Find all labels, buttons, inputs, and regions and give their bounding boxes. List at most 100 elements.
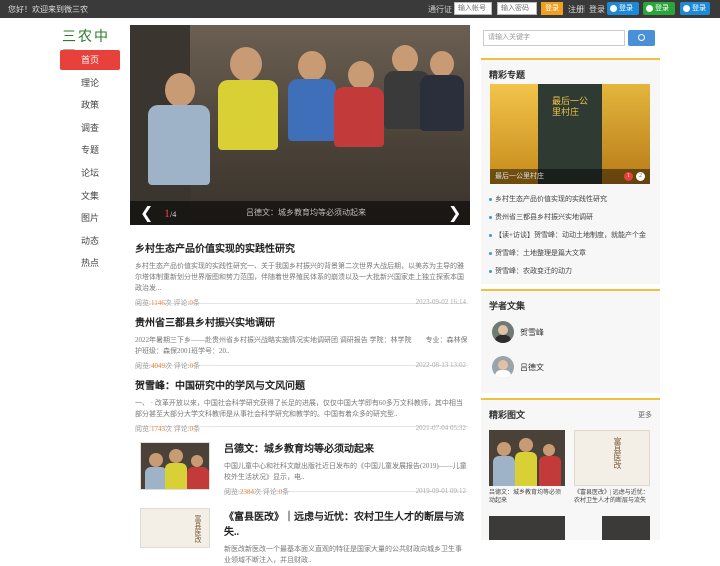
picture-news-item[interactable]: 富县医改 《富县医改》| 远虑与近忧：农村卫生人才的断层与流失	[574, 430, 650, 505]
picture-news-image: 富县医改	[574, 430, 650, 486]
list-item[interactable]: 贺雪峰：土地整理是篇大文章	[489, 246, 654, 264]
article-meta: 阅览:4049次 评论:0条 2022-08-13 13:02	[135, 361, 466, 370]
login-button[interactable]: 登录	[541, 2, 563, 15]
picture-news-item[interactable]: 吕德文：城乡教育均等必须动起来	[489, 430, 565, 505]
list-item[interactable]: 乡村生态产品价值实现的实践性研究	[489, 192, 654, 210]
slide-total: /4	[170, 210, 177, 219]
article-item[interactable]: 乡村生态产品价值实现的实践性研究 乡村生态产品价值实现的实践性研究一、关于我国乡…	[135, 240, 468, 307]
login-link[interactable]: 登录	[589, 4, 605, 15]
weibo-icon	[683, 5, 690, 12]
picture-news-caption[interactable]: 吕德文：城乡教育均等必须动起来	[489, 489, 565, 505]
qq-login-button[interactable]: 登录	[607, 2, 639, 15]
child-head	[165, 73, 195, 107]
article-thumbnail[interactable]	[140, 442, 210, 490]
divider: |	[583, 4, 586, 13]
picture-news-caption[interactable]: 《富县医改》| 远虑与近忧：农村卫生人才的断层与流失	[574, 489, 650, 505]
article-title[interactable]: 贵州省三都县乡村振兴实地调研	[135, 314, 468, 329]
passport-label: 通行证	[428, 5, 452, 14]
article-title[interactable]: 乡村生态产品价值实现的实践性研究	[135, 240, 468, 255]
list-item[interactable]: 【读+访谈】贺雪峰：动动土地制度，就能产个金	[489, 228, 654, 246]
nav-item-collections[interactable]: 文集	[60, 186, 120, 206]
article-item[interactable]: 贺雪峰：中国研究中的学风与文风问题 一、 · 改革开放以来，中国社会科学研究获得…	[135, 377, 468, 433]
special-topic-slider[interactable]: 最后一公里村庄 最后一公里村庄 1 2	[490, 84, 650, 184]
article-item[interactable]: 贵州省三都县乡村振兴实地调研 2022年暑期三下乡——赴贵州省乡村振兴战略实施情…	[135, 314, 468, 370]
child-head	[392, 45, 418, 73]
nav-item-theory[interactable]: 理论	[60, 73, 120, 93]
scholar-collections-heading: 学者文集	[489, 301, 526, 311]
article-item[interactable]: 吕德文：城乡教育均等必须动起来 中国儿童中心和社科文献出版社近日发布的《中国儿童…	[224, 440, 468, 496]
picture-news-image[interactable]	[602, 516, 650, 540]
slide-caption[interactable]: 吕德文：城乡教育均等必须动起来	[246, 207, 366, 218]
picture-news-heading: 精彩图文	[489, 410, 526, 420]
weibo-login-label: 登录	[692, 5, 706, 12]
nav-item-survey[interactable]: 调查	[60, 118, 120, 138]
scholar-name[interactable]: 吕德文	[520, 362, 544, 373]
main-nav: 首页 理论 政策 调查 专题 论坛 文集 图片 动态 热点	[60, 50, 120, 276]
article-title[interactable]: 吕德文：城乡教育均等必须动起来	[224, 440, 468, 455]
article-summary: 一、 · 改革开放以来，中国社会科学研究获得了长足的进展，仅仅中国大学即有60多…	[135, 399, 463, 418]
child-head	[230, 47, 262, 81]
article-date: 2019-09-01 09:12	[415, 487, 466, 495]
list-item[interactable]: 贺雪峰：农政变迁的动力	[489, 264, 654, 282]
child-shirt	[334, 87, 384, 147]
nav-item-topics[interactable]: 专题	[60, 140, 120, 160]
site-logo[interactable]: 三农中国	[62, 26, 124, 65]
scholar-name[interactable]: 贺雪峰	[520, 327, 544, 338]
child-shirt	[148, 105, 210, 185]
picture-news-image	[489, 430, 565, 486]
more-link[interactable]: 更多	[638, 410, 652, 420]
search-input[interactable]: 请输入关键字	[483, 30, 625, 46]
article-summary: 2022年暑期三下乡——赴贵州省乡村振兴战略实施情况实地调研团 调研报告 学院：…	[135, 336, 468, 355]
slide-dot-active[interactable]: 1	[624, 172, 633, 181]
child-shirt	[288, 79, 336, 141]
picture-news-image[interactable]	[489, 516, 565, 540]
list-item[interactable]: 贵州省三都县乡村振兴实地调研	[489, 210, 654, 228]
scholar-item[interactable]: 贺雪峰	[492, 321, 622, 345]
child-head	[348, 61, 374, 89]
article-summary: 乡村生态产品价值实现的实践性研究一、关于我国乡村振兴的背景第二次世界大战后期，以…	[135, 262, 464, 292]
article-meta: 阅览:1146次 评论:0条 2023-09-02 16:14	[135, 298, 466, 307]
top-bar: 您好！欢迎来到微三农 通行证 登录 注册 | 登录 登录 登录 登录	[0, 0, 720, 18]
article-date: 2023-09-02 16:14	[415, 298, 466, 306]
hero-slider[interactable]: ❮ 1/4 吕德文：城乡教育均等必须动起来 ❯	[130, 25, 470, 225]
qq-icon	[610, 5, 617, 12]
avatar	[492, 356, 514, 378]
article-item[interactable]: 《富县医改》｜远虑与近忧：农村卫生人才的断层与流失.. 新医改新医改一个最基本面…	[224, 508, 468, 564]
scholar-item[interactable]: 吕德文	[492, 356, 622, 380]
article-meta: 阅览:2384次 评论:0条 2019-09-01 09:12	[224, 487, 466, 496]
nav-item-home[interactable]: 首页	[60, 50, 120, 70]
book-cover-title: 富县医改	[194, 515, 202, 543]
book-cover-title: 最后一公里村庄	[552, 96, 589, 117]
child-shirt	[420, 75, 464, 131]
avatar	[492, 321, 514, 343]
child-head	[430, 51, 454, 77]
nav-item-forum[interactable]: 论坛	[60, 163, 120, 183]
article-title[interactable]: 《富县医改》｜远虑与近忧：农村卫生人才的断层与流失..	[224, 508, 468, 538]
search-icon	[638, 34, 645, 41]
article-thumbnail[interactable]: 富县医改	[140, 508, 210, 548]
chevron-left-icon[interactable]: ❮	[140, 203, 153, 222]
article-date: 2021-07-04 05:32	[415, 424, 466, 432]
chevron-right-icon[interactable]: ❯	[448, 203, 461, 222]
nav-item-news[interactable]: 动态	[60, 231, 120, 251]
welcome-text: 您好！欢迎来到微三农	[8, 5, 88, 14]
special-topics-list: 乡村生态产品价值实现的实践性研究 贵州省三都县乡村振兴实地调研 【读+访谈】贺雪…	[489, 192, 654, 282]
wechat-login-button[interactable]: 登录	[643, 2, 675, 15]
wechat-login-label: 登录	[655, 5, 669, 12]
nav-item-policy[interactable]: 政策	[60, 95, 120, 115]
child-shirt	[218, 80, 278, 150]
password-input[interactable]	[497, 2, 537, 15]
register-link[interactable]: 注册	[568, 4, 584, 15]
article-meta: 阅览:1743次 评论:0条 2021-07-04 05:32	[135, 424, 466, 433]
nav-item-pictures[interactable]: 图片	[60, 208, 120, 228]
article-summary: 新医改新医改一个最基本面义直观的特征是国家大量的公共财政向城乡卫生事业领域不断注…	[224, 545, 462, 564]
search-button[interactable]	[628, 30, 655, 46]
weibo-login-button[interactable]: 登录	[680, 2, 710, 15]
article-title[interactable]: 贺雪峰：中国研究中的学风与文风问题	[135, 377, 468, 392]
child-head	[298, 51, 326, 81]
qq-login-label: 登录	[619, 5, 633, 12]
slide-dot[interactable]: 2	[636, 172, 645, 181]
username-input[interactable]	[454, 2, 492, 15]
nav-item-hot[interactable]: 热点	[60, 253, 120, 273]
book-cover-title: 富县医改	[613, 437, 622, 469]
